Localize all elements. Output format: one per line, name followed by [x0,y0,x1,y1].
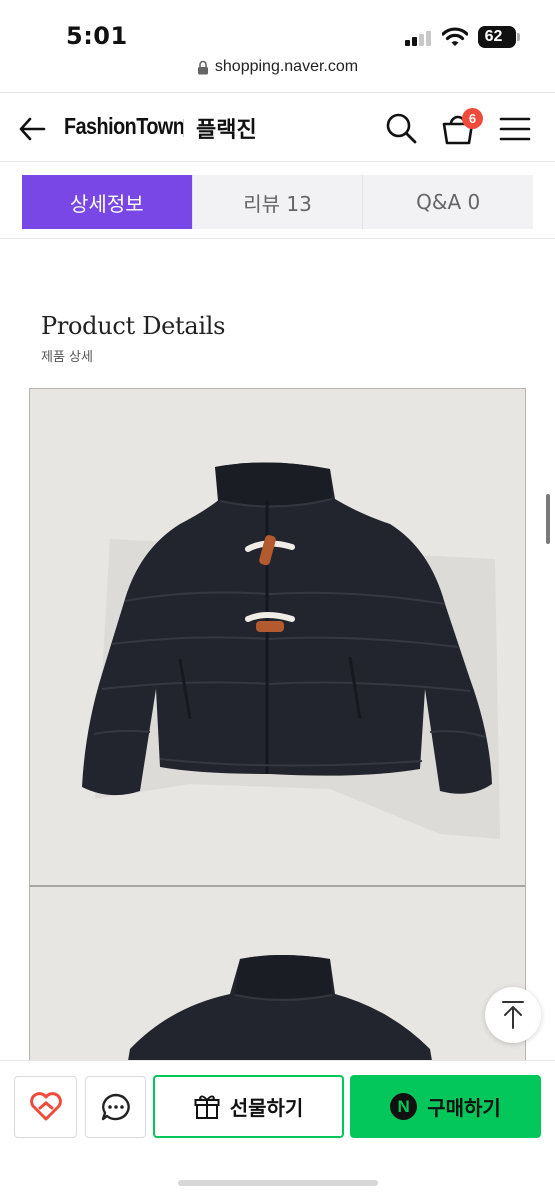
status-time: 5:01 [66,22,128,50]
gift-button[interactable]: 선물하기 [153,1075,344,1138]
scroll-to-top-button[interactable] [485,987,541,1043]
tab-qna[interactable]: Q&A 0 [363,175,533,229]
gift-label: 선물하기 [229,1096,304,1120]
menu-icon[interactable] [498,113,532,145]
arrow-up-icon [502,1001,524,1029]
url-bar[interactable]: shopping.naver.com [0,58,555,90]
brand-divider [183,119,184,137]
tabs-divider [0,238,555,239]
battery-level: 62 [484,28,503,45]
battery-icon: 62 [478,26,516,48]
store-name[interactable]: 플랙진 [196,112,257,144]
search-icon[interactable] [384,111,418,145]
details-subtitle: 제품 상세 [41,350,93,365]
lock-icon [197,60,208,74]
buy-label: 구매하기 [427,1096,501,1120]
cart-count-badge: 6 [462,108,483,129]
npay-icon: N [390,1093,418,1120]
details-title: Product Details [41,312,226,340]
heart-icon [29,1092,62,1121]
gift-icon [194,1095,220,1119]
tab-details[interactable]: 상세정보 [22,175,193,229]
detail-tabs: 상세정보 리뷰 13 Q&A 0 [22,175,533,229]
status-bar: 5:01 62 [0,0,555,58]
signal-icon [405,30,435,46]
chat-bubble-icon [101,1093,130,1121]
buy-button[interactable]: N 구매하기 [350,1075,541,1138]
wifi-icon [442,27,468,46]
zzim-button[interactable] [14,1076,77,1138]
battery-cap [517,33,520,41]
back-arrow-icon[interactable] [16,113,48,145]
scroll-indicator[interactable] [546,494,550,544]
tab-reviews[interactable]: 리뷰 13 [193,175,364,229]
home-indicator[interactable] [178,1180,378,1186]
talktalk-button[interactable] [85,1076,146,1138]
url-text: shopping.naver.com [214,58,359,75]
brand-logo[interactable]: FashionTown [64,113,185,140]
bottom-action-bar: 선물하기 N 구매하기 [0,1060,555,1200]
product-photo-frame [29,388,526,1108]
product-image-jacket [30,462,525,1107]
